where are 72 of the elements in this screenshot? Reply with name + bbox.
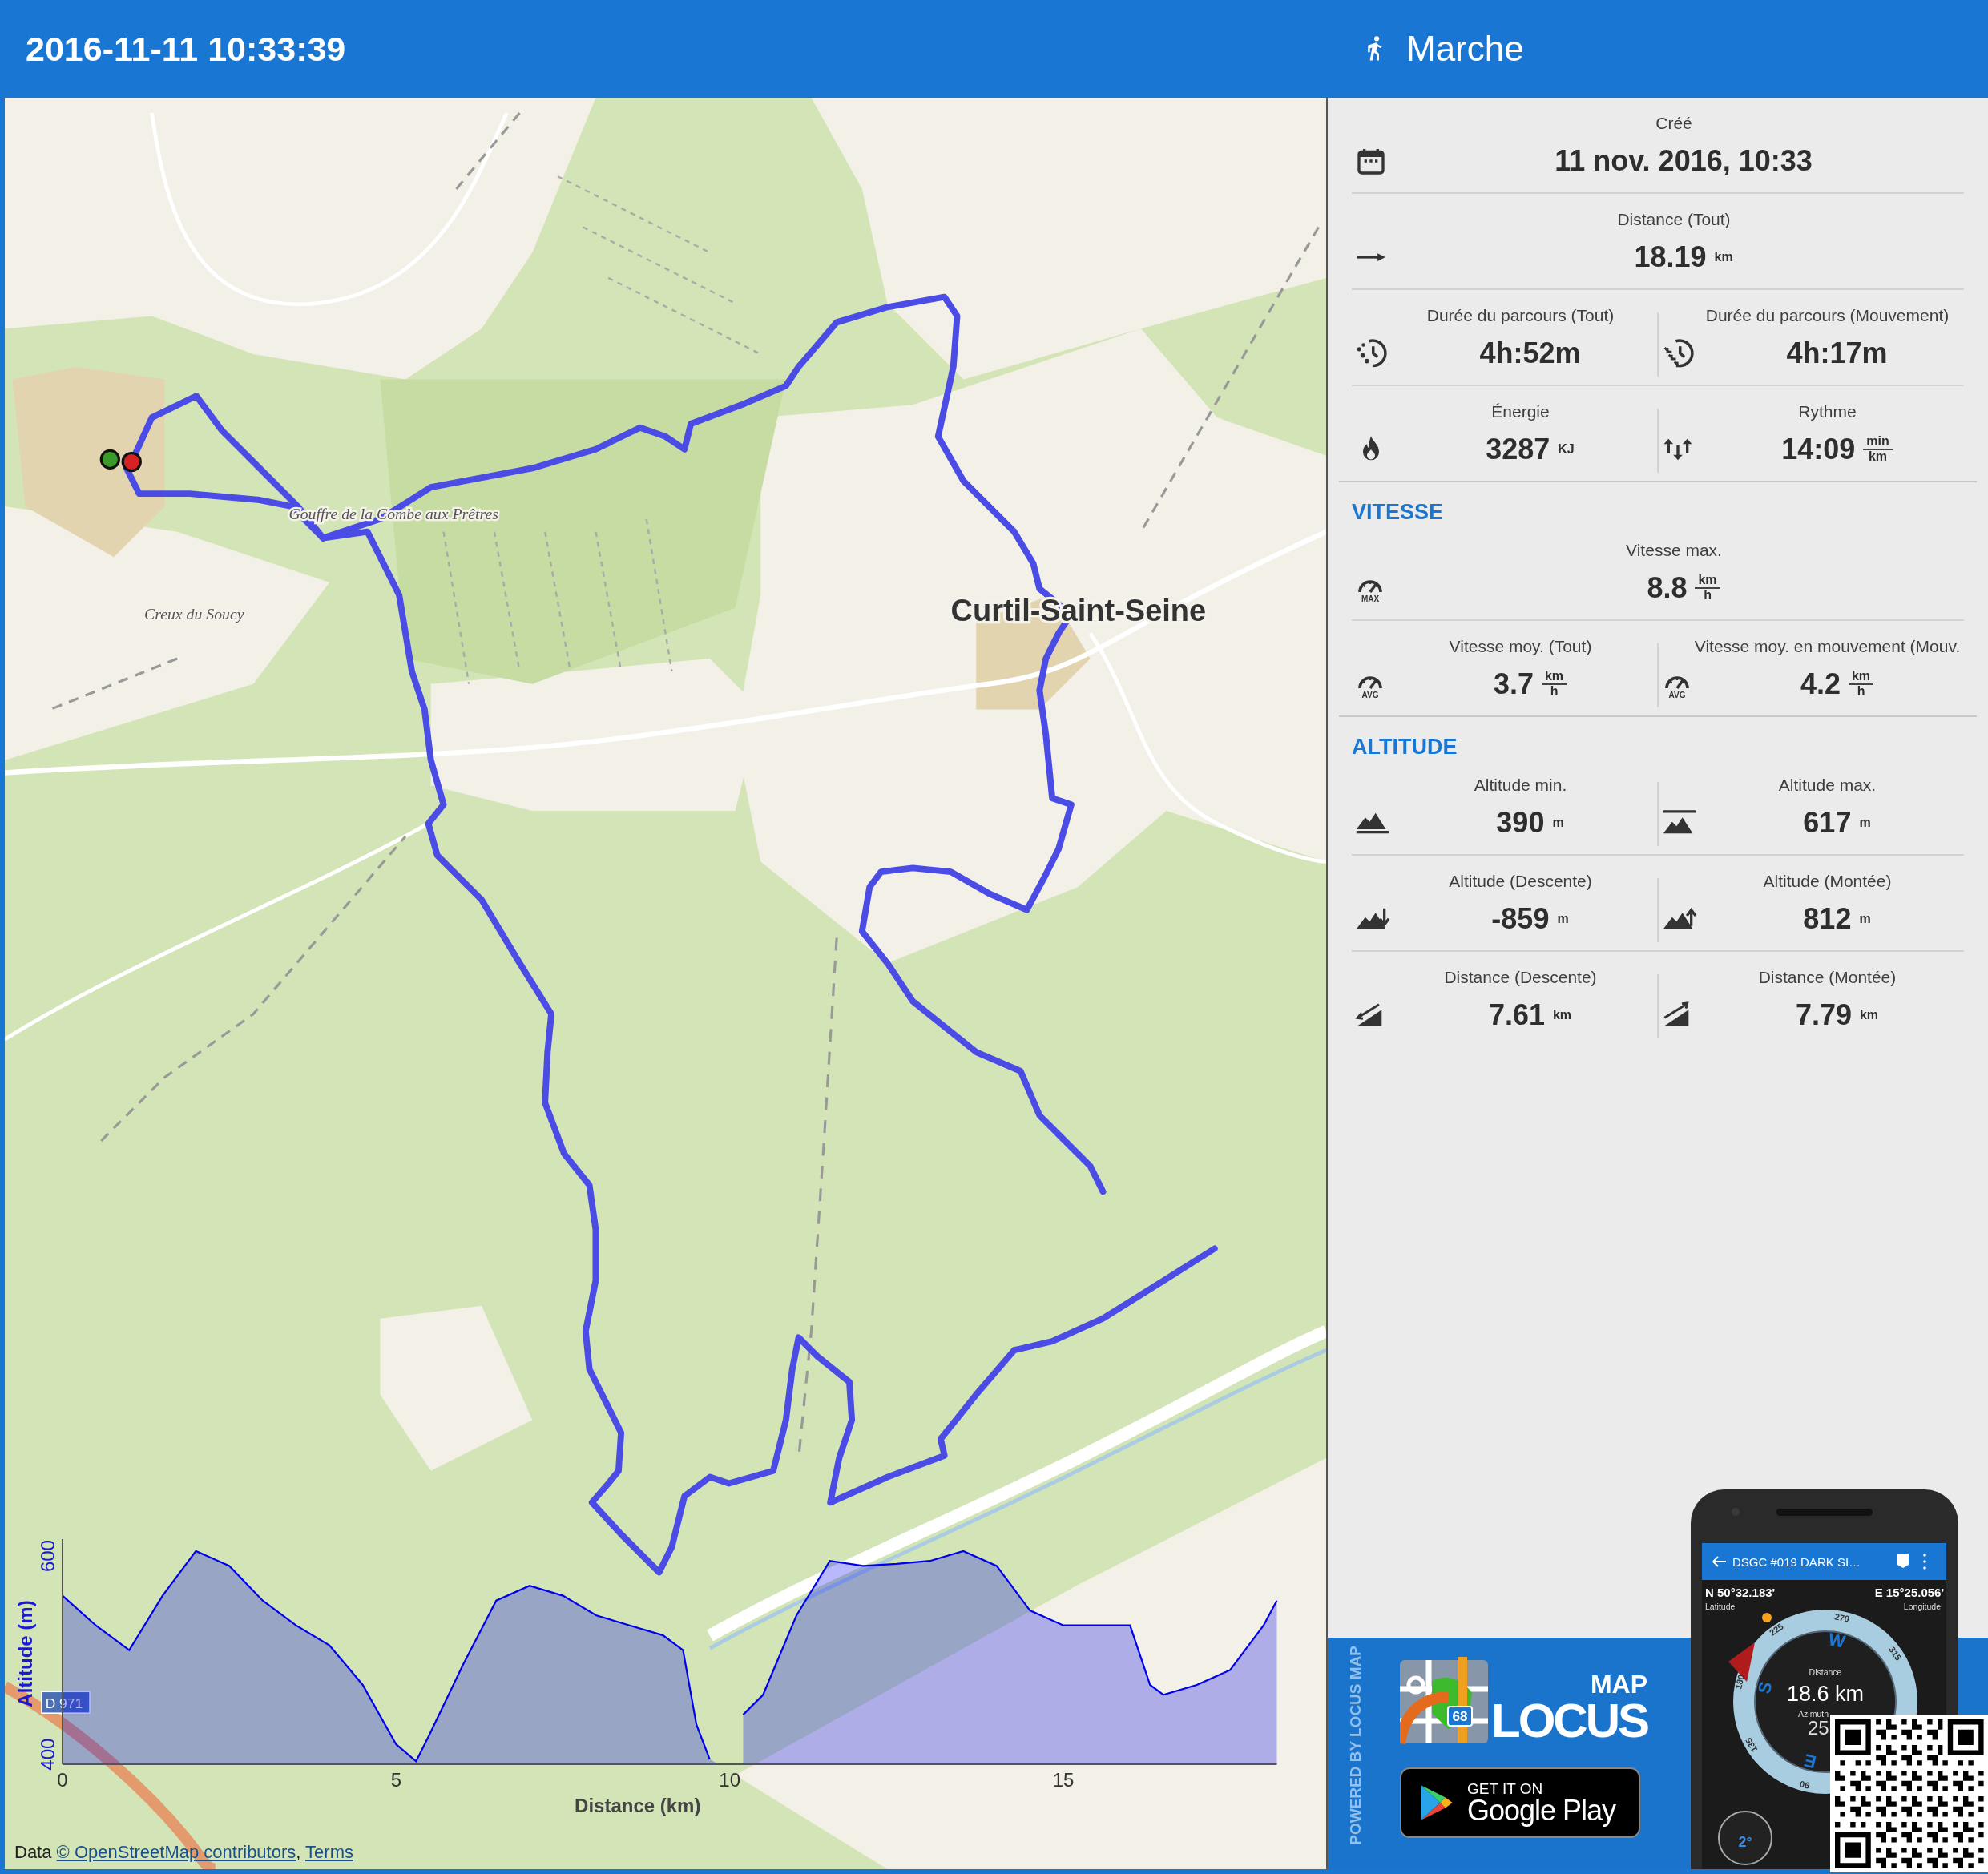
compass-direction: W — [1826, 1629, 1847, 1652]
activity-type: Marche — [1406, 29, 1524, 69]
stat-label: Altitude min. — [1473, 776, 1568, 795]
x-tick-label: 0 — [57, 1769, 68, 1791]
y-tick-label: 600 — [37, 1540, 58, 1573]
x-axis-title: Distance (km) — [575, 1795, 701, 1816]
stat-value: 7.79 km — [1794, 998, 1880, 1032]
end-marker-icon — [121, 451, 142, 473]
compass-direction: S — [1753, 1679, 1776, 1696]
stat-label: Altitude (Descente) — [1448, 872, 1593, 891]
stat-value: 4h:52m — [1478, 337, 1582, 370]
longitude-label: Longitude — [1903, 1602, 1941, 1611]
openstreetmap-link[interactable]: © OpenStreetMap contributors — [56, 1842, 296, 1862]
place-label: Creux du Soucy — [144, 604, 244, 623]
stat-label: Altitude (Montée) — [1762, 872, 1893, 891]
latitude-value: N 50°32.183' — [1705, 1586, 1776, 1599]
compass-degree: 225 — [1767, 1621, 1785, 1638]
stat-label: Altitude max. — [1777, 776, 1877, 795]
compass-degree: 180 — [1733, 1673, 1747, 1691]
phone-screen-title: DSGC #019 DARK SI… — [1732, 1555, 1861, 1569]
play-triangle-icon — [1419, 1783, 1454, 1822]
compass-degree: 90 — [1798, 1779, 1811, 1791]
latitude-label: Latitude — [1705, 1602, 1736, 1611]
stat-value: 617 m — [1802, 806, 1872, 840]
stat-value: 7.61 km — [1487, 998, 1573, 1032]
track-title: 2016-11-11 10:33:39 — [26, 29, 346, 68]
stat-label: Distance (Tout) — [1616, 210, 1732, 229]
azimuth-label: Azimuth — [1798, 1709, 1829, 1719]
mountain-icon — [1662, 907, 1697, 931]
stat-label: Créé — [1655, 114, 1693, 133]
x-tick-label: 15 — [1052, 1769, 1075, 1791]
azimuth-value: 25 — [1808, 1717, 1829, 1739]
longitude-value: E 15°25.056' — [1874, 1586, 1944, 1599]
stat-label: Rythme — [1797, 402, 1857, 421]
powered-by-text: POWERED BY LOCUS MAP — [1347, 1646, 1365, 1845]
stat-label: Durée du parcours (Tout) — [1425, 306, 1615, 325]
stat-label: Distance (Descente) — [1443, 968, 1598, 987]
logo-subtitle: MAP — [1590, 1671, 1647, 1697]
compass-degree: 135 — [1743, 1736, 1760, 1754]
mountain-icon — [1355, 907, 1390, 931]
stat-label: Durée du parcours (Mouvement) — [1704, 306, 1950, 325]
stat-value: 11 nov. 2016, 10:33 — [1554, 144, 1813, 178]
compass-degree: 315 — [1887, 1644, 1904, 1662]
stat-label: Vitesse moy. en mouvement (Mouv. — [1693, 637, 1962, 656]
section-heading: VITESSE — [1351, 499, 1445, 525]
x-tick-label: 5 — [390, 1769, 402, 1791]
compass-degree: 270 — [1833, 1611, 1850, 1624]
stat-value: 4h:17m — [1785, 337, 1889, 370]
terms-link[interactable]: Terms — [305, 1842, 353, 1862]
stat-value: 18.19 km — [1633, 240, 1734, 274]
x-tick-label: 10 — [719, 1769, 741, 1791]
stat-value: 390 m — [1495, 806, 1565, 840]
section-heading: ALTITUDE — [1351, 734, 1458, 760]
mountain-icon — [1355, 812, 1390, 834]
stat-value: -859 m — [1490, 902, 1570, 936]
stat-label: Vitesse moy. (Tout) — [1448, 637, 1593, 656]
start-marker-icon — [99, 449, 120, 470]
stat-label: Distance (Montée) — [1757, 968, 1897, 987]
compass-direction: E — [1801, 1750, 1819, 1773]
distance-value: 18.6 km — [1787, 1682, 1864, 1706]
stat-value: 3287 KJ — [1485, 433, 1575, 466]
y-tick-label: 400 — [37, 1738, 58, 1771]
tilt-value: 2° — [1738, 1834, 1752, 1850]
logo-wordmark: LOCUS — [1491, 1697, 1647, 1745]
map-attribution: Data © OpenStreetMap contributors, Terms — [14, 1842, 353, 1863]
y-axis-title: Altitude (m) — [14, 1600, 36, 1707]
stat-label: Énergie — [1490, 402, 1550, 421]
mountain-icon — [1662, 810, 1697, 836]
stat-label: Vitesse max. — [1625, 541, 1723, 560]
stat-value: 812 m — [1802, 902, 1872, 936]
distance-label: Distance — [1809, 1667, 1842, 1677]
google-play-button[interactable]: GET IT ON Google Play — [1400, 1767, 1640, 1838]
